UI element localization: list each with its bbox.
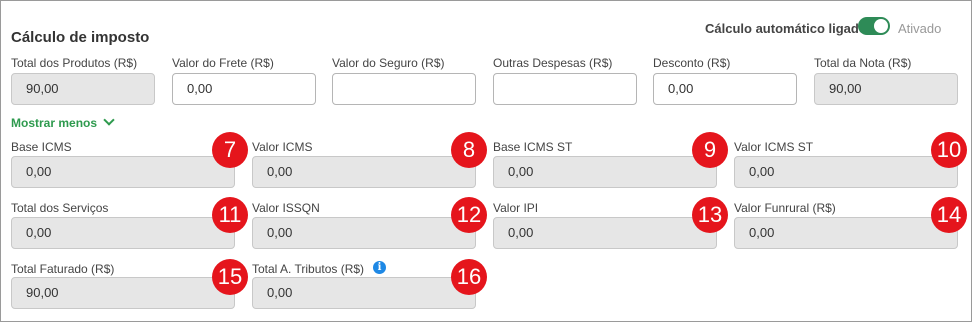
valor-issqn-field: 0,00 <box>252 217 476 249</box>
label-outras-despesas: Outras Despesas (R$) <box>493 56 613 70</box>
total-produtos-field: 90,00 <box>11 73 155 105</box>
label-desconto: Desconto (R$) <box>653 56 731 70</box>
total-servicos-field: 0,00 <box>11 217 235 249</box>
badge-11: 11 <box>212 197 248 233</box>
valor-seguro-input[interactable] <box>332 73 476 105</box>
label-valor-icms: Valor ICMS <box>252 140 313 154</box>
badge-16: 16 <box>451 259 487 295</box>
base-icms-field: 0,00 <box>11 156 235 188</box>
label-base-icms-st: Base ICMS ST <box>493 140 573 154</box>
label-total-produtos: Total dos Produtos (R$) <box>11 56 138 70</box>
show-less-label: Mostrar menos <box>11 116 98 130</box>
label-valor-icms-st: Valor ICMS ST <box>734 140 814 154</box>
valor-icms-st-field: 0,00 <box>734 156 958 188</box>
base-icms-st-field: 0,00 <box>493 156 717 188</box>
badge-14: 14 <box>931 197 967 233</box>
valor-icms-field: 0,00 <box>252 156 476 188</box>
section-title: Cálculo de imposto <box>11 29 150 46</box>
total-nota-field: 90,00 <box>814 73 958 105</box>
toggle-knob <box>874 19 888 33</box>
label-total-faturado: Total Faturado (R$) <box>11 262 115 276</box>
label-valor-seguro: Valor do Seguro (R$) <box>332 56 445 70</box>
label-valor-funrural: Valor Funrural (R$) <box>734 201 836 215</box>
valor-frete-input[interactable]: 0,00 <box>172 73 316 105</box>
badge-8: 8 <box>451 132 487 168</box>
desconto-input[interactable]: 0,00 <box>653 73 797 105</box>
auto-calc-label: Cálculo automático ligado <box>705 21 867 36</box>
info-icon[interactable]: i <box>373 261 386 274</box>
auto-calc-toggle[interactable] <box>858 17 890 35</box>
badge-15: 15 <box>212 259 248 295</box>
label-valor-issqn: Valor ISSQN <box>252 201 320 215</box>
label-total-servicos: Total dos Serviços <box>11 201 109 215</box>
label-valor-frete: Valor do Frete (R$) <box>172 56 274 70</box>
valor-funrural-field: 0,00 <box>734 217 958 249</box>
total-tributos-field: 0,00 <box>252 277 476 309</box>
show-less-toggle[interactable]: Mostrar menos <box>11 114 115 130</box>
chevron-down-icon <box>103 114 115 126</box>
badge-9: 9 <box>692 132 728 168</box>
label-total-nota: Total da Nota (R$) <box>814 56 912 70</box>
total-faturado-field: 90,00 <box>11 277 235 309</box>
badge-7: 7 <box>212 132 248 168</box>
badge-12: 12 <box>451 197 487 233</box>
tax-calculation-panel: Cálculo de imposto Cálculo automático li… <box>0 0 972 322</box>
toggle-state-label: Ativado <box>898 21 942 36</box>
outras-despesas-input[interactable] <box>493 73 637 105</box>
valor-ipi-field: 0,00 <box>493 217 717 249</box>
badge-10: 10 <box>931 132 967 168</box>
label-total-tributos: Total A. Tributos (R$) <box>252 262 365 276</box>
label-base-icms: Base ICMS <box>11 140 72 154</box>
label-valor-ipi: Valor IPI <box>493 201 539 215</box>
badge-13: 13 <box>692 197 728 233</box>
